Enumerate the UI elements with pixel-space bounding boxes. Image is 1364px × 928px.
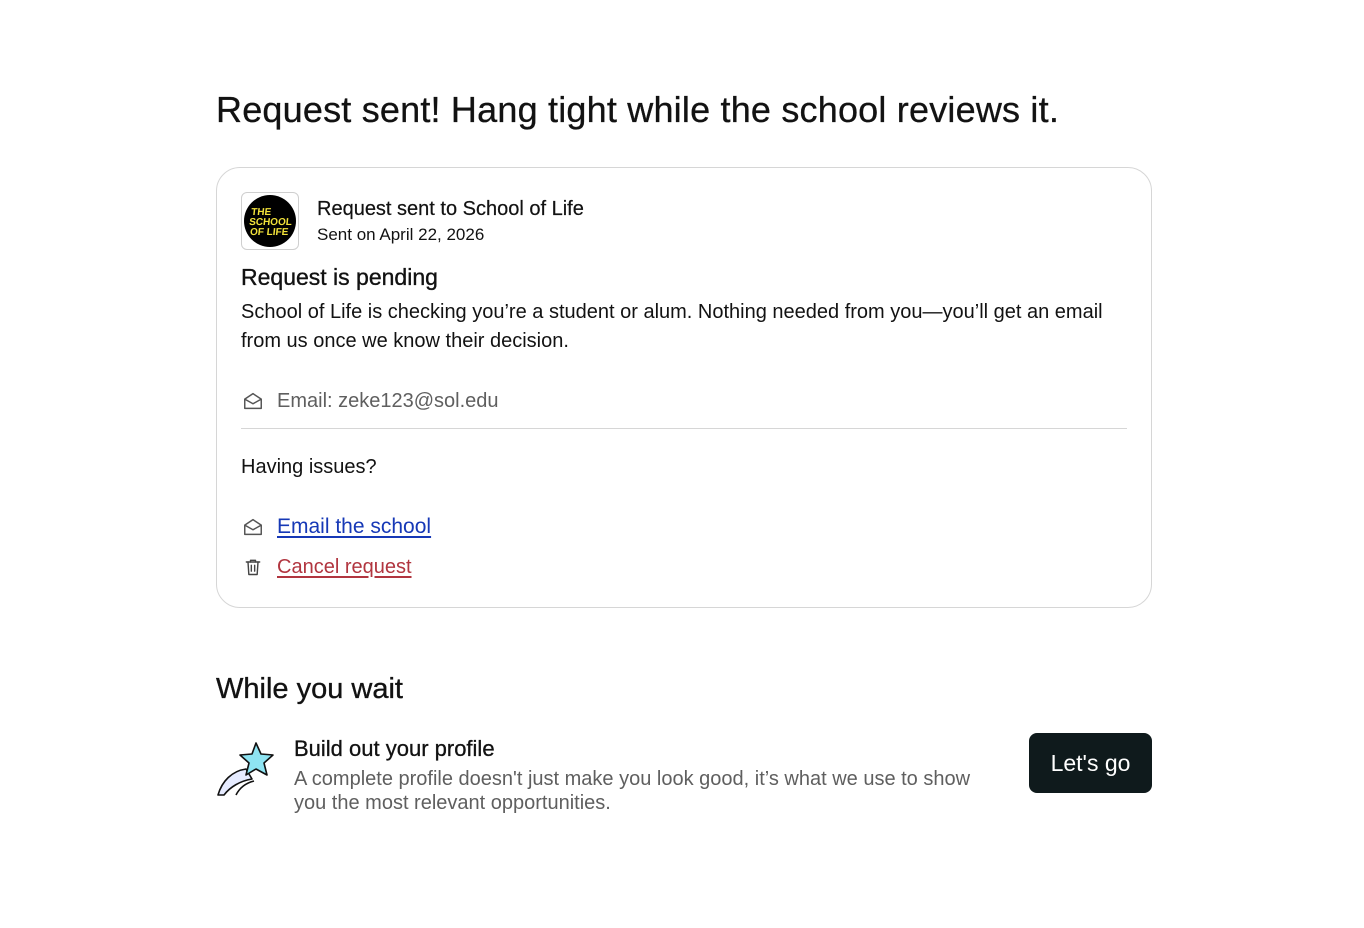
school-of-life-logo-icon: THE SCHOOL OF LIFE (244, 195, 296, 247)
request-header-text: Request sent to School of Life Sent on A… (317, 196, 584, 246)
shooting-star-icon (217, 742, 274, 796)
email-value: Email: zeke123@sol.edu (277, 390, 499, 412)
svg-text:OF LIFE: OF LIFE (249, 227, 289, 238)
profile-suggestion-text: Build out your profile A complete profil… (294, 735, 994, 815)
cancel-request-link[interactable]: Cancel request (277, 553, 412, 581)
profile-suggestion: Build out your profile A complete profil… (216, 733, 1152, 823)
sent-date: Sent on April 22, 2026 (317, 225, 485, 244)
page-title: Request sent! Hang tight while the schoo… (216, 89, 1060, 130)
email-school-row: Email the school (241, 513, 1127, 541)
profile-suggestion-title: Build out your profile (294, 736, 495, 761)
envelope-open-icon (241, 389, 265, 413)
email-school-link[interactable]: Email the school (277, 513, 431, 541)
trash-icon (241, 555, 265, 579)
status-title: Request is pending (241, 264, 438, 290)
lets-go-button[interactable]: Let's go (1029, 733, 1152, 793)
profile-suggestion-description: A complete profile doesn't just make you… (294, 768, 971, 814)
status-body: School of Life is checking you’re a stud… (241, 301, 1103, 352)
school-logo: THE SCHOOL OF LIFE (241, 192, 299, 250)
request-header: THE SCHOOL OF LIFE Request sent to Schoo… (241, 192, 1127, 250)
page: Request sent! Hang tight while the schoo… (216, 0, 1152, 823)
request-title: Request sent to School of Life (317, 198, 584, 220)
issues-label: Having issues? (241, 456, 377, 478)
envelope-open-icon (241, 515, 265, 539)
while-you-wait-title: While you wait (216, 673, 403, 705)
cancel-request-row: Cancel request (241, 553, 1127, 581)
request-card: THE SCHOOL OF LIFE Request sent to Schoo… (216, 167, 1152, 608)
email-row: Email: zeke123@sol.edu (241, 388, 1127, 429)
